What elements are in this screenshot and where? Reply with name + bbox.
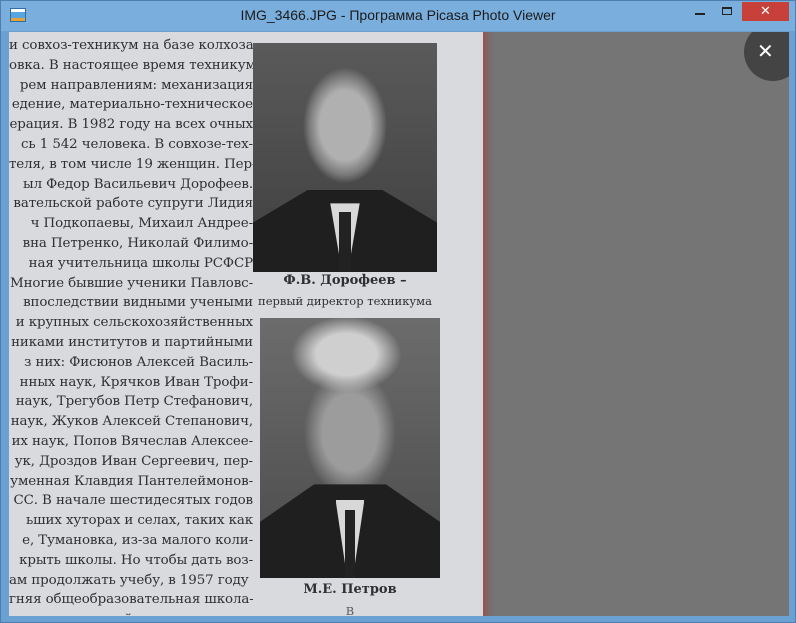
text-line: наук, Трегубов Петр Стефанович, <box>15 394 253 410</box>
text-line: теля, в том числе 19 женщин. Пер- <box>9 156 253 172</box>
text-line: уменная Клавдия Пантелеймонов- <box>10 473 253 489</box>
maximize-button[interactable] <box>714 2 741 21</box>
text-line: ьших хуторах и селах, таких как <box>25 513 253 529</box>
text-line: ам продолжать учебу, в 1957 году в <box>9 572 253 588</box>
text-line: Многие бывшие ученики Павловс- <box>9 275 253 291</box>
photo2-caption-name: М.Е. Петров <box>303 582 397 597</box>
text-line: ыл Федор Васильевич Дорофеев. <box>23 176 253 192</box>
text-line: и совхоз-техникум на базе колхоза <box>9 38 253 53</box>
portrait-tie <box>344 510 356 578</box>
text-line: впоследствии видными учеными <box>23 295 253 311</box>
text-line: гняя общеобразовательная школа- <box>9 592 253 608</box>
text-line: рем направлениям: механизация <box>19 77 253 93</box>
text-line: ук, Дроздов Иван Сергеевич, пер- <box>14 453 253 469</box>
window-title: IMG_3466.JPG - Программа Picasa Photo Vi… <box>240 7 556 23</box>
text-line: ерация. В 1982 году на всех очных <box>9 117 253 133</box>
close-button[interactable]: ✕ <box>742 2 789 21</box>
text-line: е, Тумановка, из-за малого коли- <box>22 532 253 548</box>
text-line: крыть школы. Но чтобы дать воз- <box>19 552 253 568</box>
book-page-photo: и совхоз-техникум на базе колхоза овка. В… <box>9 32 483 616</box>
text-line: наук, Жуков Алексей Степанович, <box>10 414 253 430</box>
text-line: едение, материально-техническое <box>11 97 253 113</box>
photo-viewer-area[interactable]: и совхоз-техникум на базе колхоза овка. В… <box>9 32 789 616</box>
viewer-close-button[interactable]: ✕ <box>744 32 789 81</box>
picasa-photo-viewer-window: IMG_3466.JPG - Программа Picasa Photo Vi… <box>0 0 796 623</box>
portrait-photo-petrov <box>260 318 440 578</box>
text-line: сь 1 542 человека. В совхозе-тех- <box>21 136 253 152</box>
photo1-caption-name: Ф.В. Дорофеев – <box>283 273 407 288</box>
text-line: и крупных сельскохозяйственных <box>15 315 253 331</box>
text-line: овка. В настоящее время техникум <box>9 57 253 73</box>
photo2-caption-subtitle: В <box>345 604 355 616</box>
text-line: з них: Фисюнов Алексей Василь- <box>24 354 253 370</box>
page-text-column: и совхоз-техникум на базе колхоза овка. В… <box>9 36 253 616</box>
portrait-tie <box>339 212 351 272</box>
close-icon: ✕ <box>757 39 774 63</box>
text-line: нных наук, Крячков Иван Трофи- <box>19 374 253 390</box>
minimize-button[interactable] <box>687 2 714 21</box>
text-line: никами институтов и партийными <box>11 334 253 350</box>
text-line: ная учительница школы РСФСР <box>28 255 253 271</box>
text-line: вательской работе супруги Лидия <box>13 196 253 212</box>
portrait-photo-dorofeev <box>253 43 437 272</box>
text-line: СС. В начале шестидесятых годов <box>13 493 253 509</box>
text-line: яли также детей, у которых роди- <box>9 610 253 616</box>
text-line: их наук, Попов Вячеслав Алексее- <box>11 433 253 449</box>
photo1-caption-subtitle: первый директор техникума <box>258 294 432 308</box>
text-line: ч Подкопаевы, Михаил Андрее- <box>30 216 253 232</box>
text-line: вна Петренко, Николай Филимо- <box>22 235 253 251</box>
title-bar[interactable]: IMG_3466.JPG - Программа Picasa Photo Vi… <box>1 1 795 31</box>
